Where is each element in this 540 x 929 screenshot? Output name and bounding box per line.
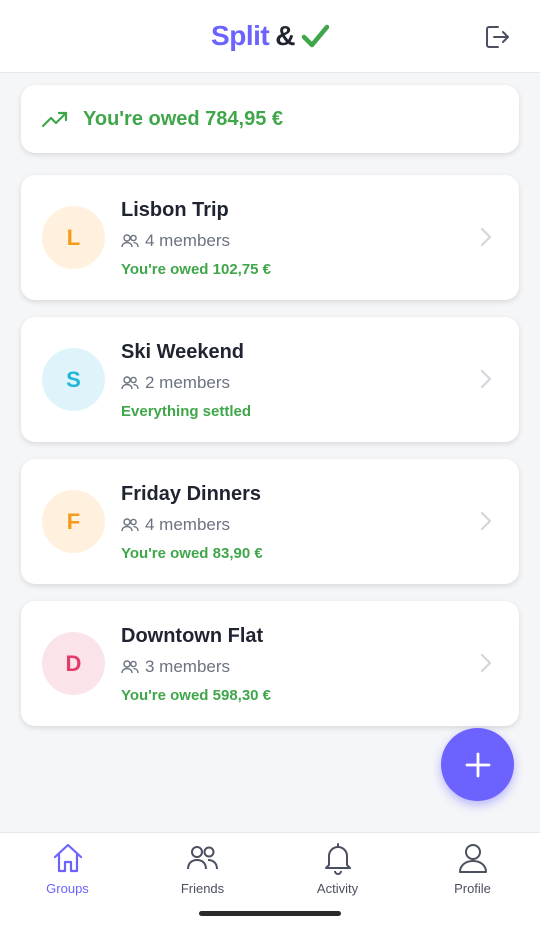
group-balance: You're owed 102,75 €: [121, 261, 272, 278]
nav-label: Friends: [180, 881, 225, 896]
group-name: Downtown Flat: [121, 625, 264, 647]
nav-label: Profile: [454, 881, 491, 896]
group-name: Lisbon Trip: [121, 199, 229, 221]
group-card-downtown-flat[interactable]: D Downtown Flat 3 members You're owed 59…: [21, 601, 519, 726]
trending-up-icon: [41, 111, 68, 128]
users-icon: [121, 518, 139, 532]
group-members: 4 members: [121, 515, 230, 535]
group-members: 3 members: [121, 657, 230, 677]
users-icon: [121, 234, 139, 248]
group-avatar: D: [42, 632, 105, 695]
group-name: Friday Dinners: [121, 483, 262, 505]
check-icon: [301, 24, 329, 48]
group-members-count: 3 members: [145, 657, 231, 676]
plus-icon: [465, 752, 490, 777]
bell-icon: [324, 843, 351, 875]
users-icon: [186, 846, 218, 870]
group-card-lisbon-trip[interactable]: L Lisbon Trip 4 members You're owed 102,…: [21, 175, 519, 300]
app-header: Split &: [0, 0, 540, 73]
group-avatar: S: [42, 348, 105, 411]
group-avatar: F: [42, 490, 105, 553]
group-card-friday-dinners[interactable]: F Friday Dinners 4 members You're owed 8…: [21, 459, 519, 584]
nav-tab-groups[interactable]: Groups: [0, 841, 135, 901]
app-logo: Split &: [0, 20, 540, 52]
users-icon: [121, 660, 139, 674]
nav-label: Activity: [316, 881, 359, 896]
nav-label: Groups: [46, 881, 89, 896]
nav-tab-friends[interactable]: Friends: [135, 841, 270, 901]
group-name: Ski Weekend: [121, 341, 245, 363]
group-members-count: 4 members: [145, 231, 231, 250]
group-avatar: L: [42, 206, 105, 269]
group-members-count: 4 members: [145, 515, 231, 534]
home-indicator: [199, 911, 341, 916]
home-icon: [53, 843, 82, 873]
add-group-button[interactable]: [441, 728, 514, 801]
chevron-right-icon: [480, 369, 492, 389]
balance-summary-card: You're owed 784,95 €: [21, 85, 519, 153]
group-members: 2 members: [121, 373, 230, 393]
logo-ampersand: &: [275, 20, 295, 51]
chevron-right-icon: [480, 511, 492, 531]
chevron-right-icon: [480, 653, 492, 673]
nav-tab-profile[interactable]: Profile: [405, 841, 540, 901]
balance-summary-text: You're owed 784,95 €: [83, 107, 284, 130]
group-balance: You're owed 598,30 €: [121, 687, 272, 704]
logout-button[interactable]: [482, 22, 512, 52]
chevron-right-icon: [480, 227, 492, 247]
group-members-count: 2 members: [145, 373, 231, 392]
group-members: 4 members: [121, 231, 230, 251]
logo-word: Split: [211, 20, 270, 51]
group-balance: Everything settled: [121, 403, 252, 420]
nav-tab-activity[interactable]: Activity: [270, 841, 405, 901]
logout-icon: [486, 26, 509, 48]
users-icon: [121, 376, 139, 390]
group-card-ski-weekend[interactable]: S Ski Weekend 2 members Everything settl…: [21, 317, 519, 442]
user-icon: [458, 844, 487, 873]
group-balance: You're owed 83,90 €: [121, 545, 263, 562]
